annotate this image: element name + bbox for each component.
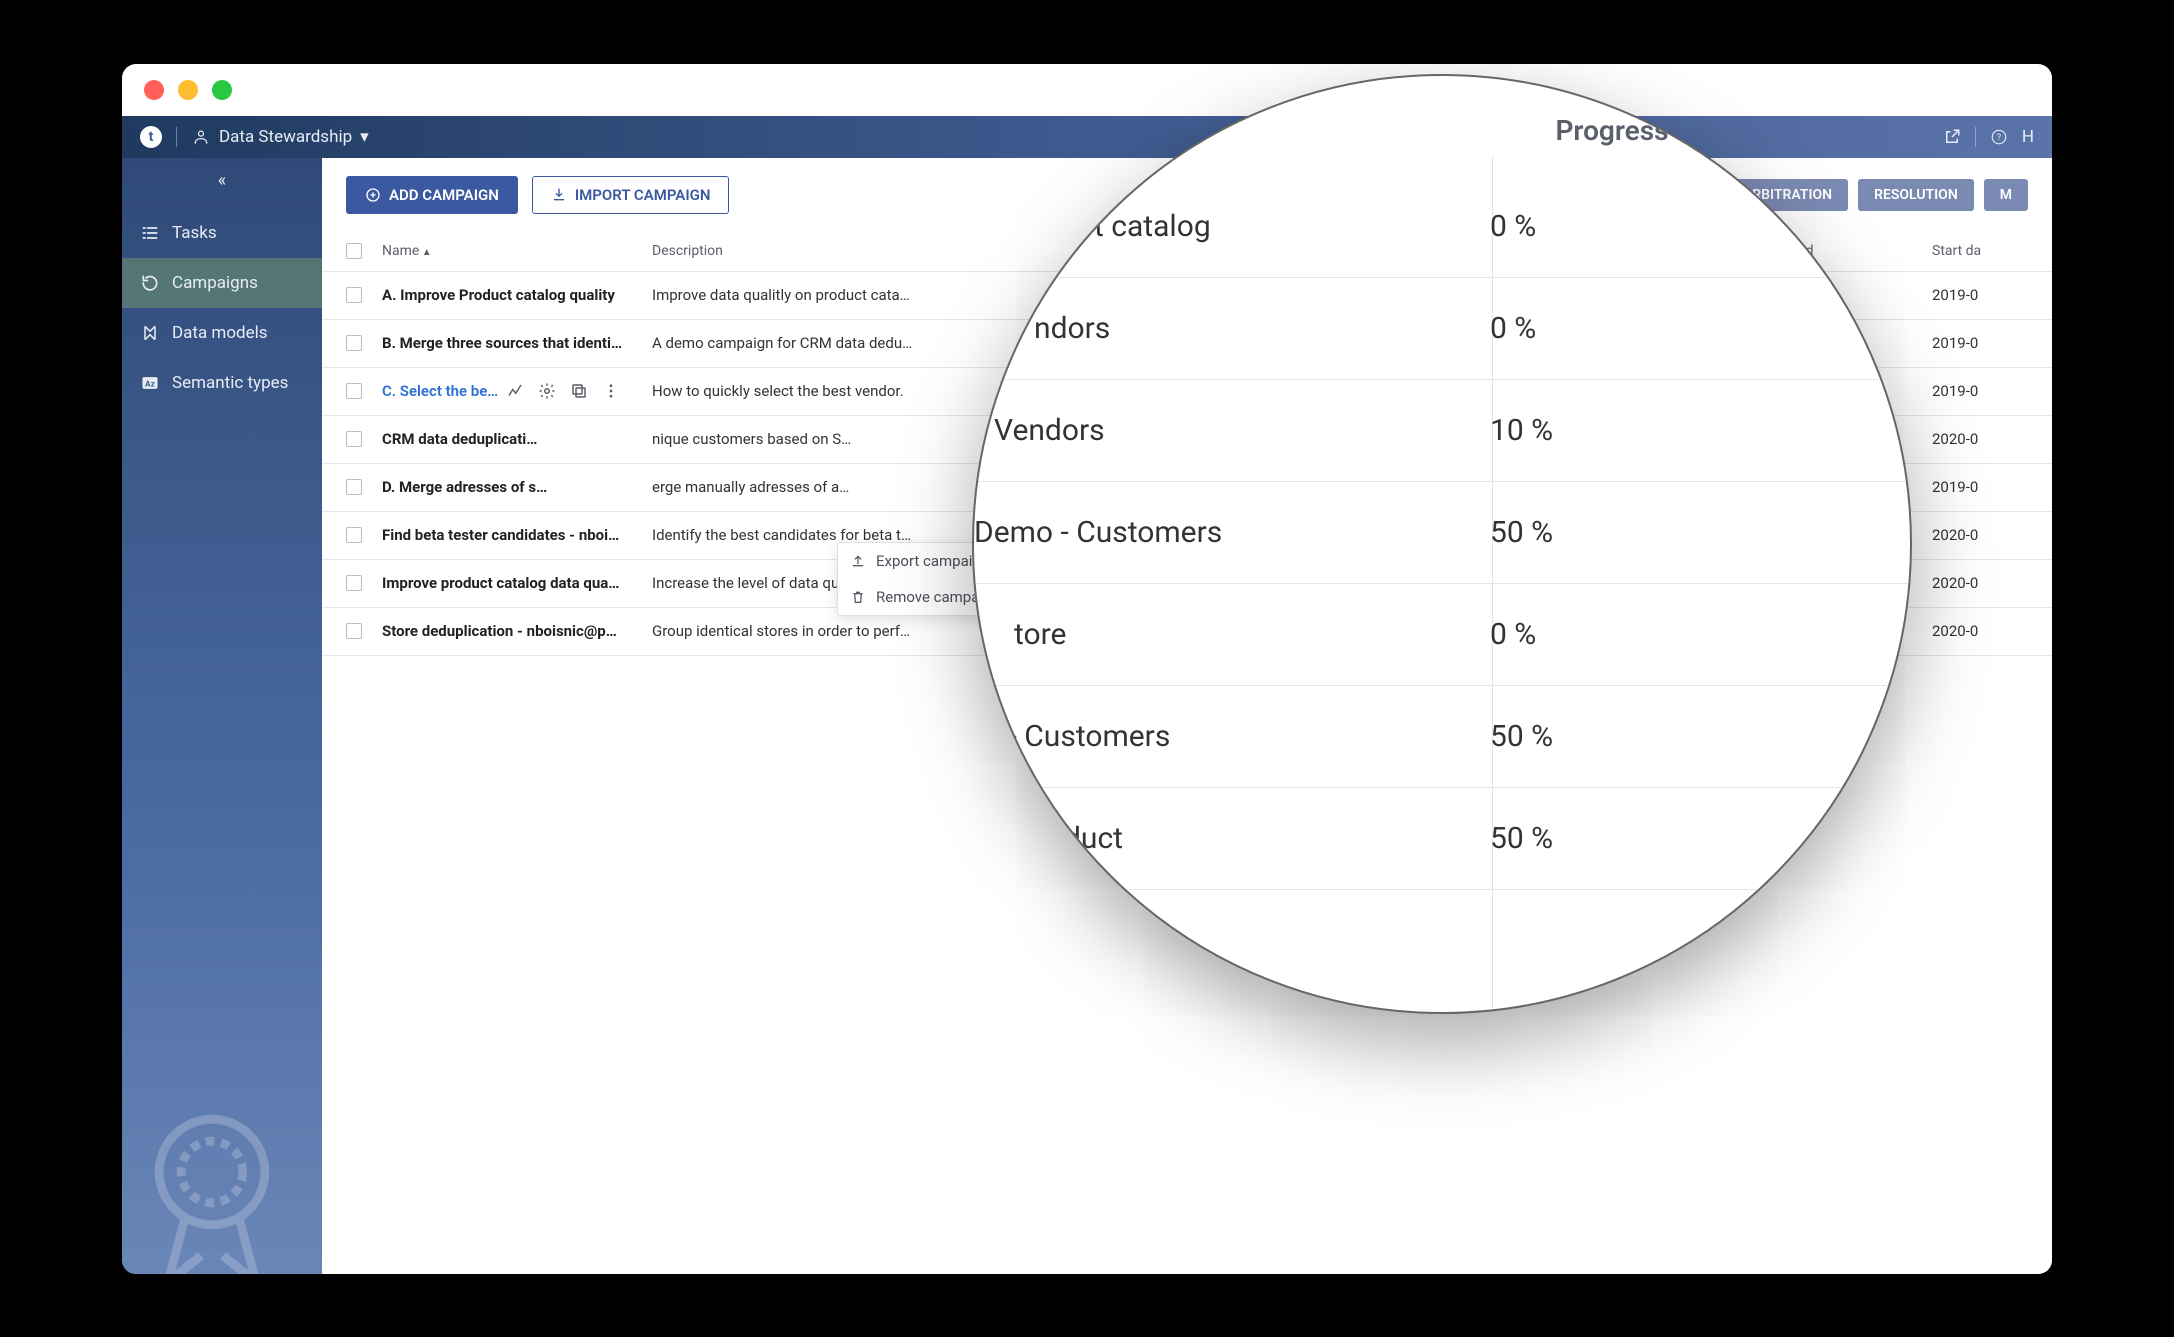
magnifier-name: tore [974,617,1490,652]
row-name: Store deduplication - nboisnic@p… [372,622,642,640]
magnifier-row: Vendors 10 % [974,380,1910,482]
row-start: 2020-0 [1922,430,2052,448]
sidebar-item-label: Campaigns [172,273,258,293]
row-start: 2019-0 [1922,286,2052,304]
row-start: 2019-0 [1922,382,2052,400]
help-label: H [2022,127,2034,147]
row-checkbox[interactable] [346,527,362,543]
export-icon [850,553,866,569]
magnifier-name: o - Customers [974,719,1490,754]
button-label: IMPORT CAMPAIGN [575,186,711,204]
add-campaign-button[interactable]: ADD CAMPAIGN [346,176,518,214]
divider [1975,127,1976,147]
sidebar: « Tasks Campaigns Data models [122,158,322,1274]
import-campaign-button[interactable]: IMPORT CAMPAIGN [532,176,730,214]
help-icon[interactable]: ? [1990,128,2008,146]
row-name: Improve product catalog data qua… [372,574,642,592]
semantic-types-icon: Az [140,373,160,393]
campaigns-icon [140,273,160,293]
svg-text:Az: Az [145,379,155,389]
button-label: ADD CAMPAIGN [389,186,499,204]
copy-icon[interactable] [568,380,590,402]
ribbon-badge-icon [122,1084,322,1274]
chevron-down-icon: ▾ [360,127,369,147]
magnifier-value: 50 % [1490,821,1910,856]
app-logo-icon[interactable]: t [140,126,162,148]
magnifier-row: o - Customers 50 % [974,686,1910,788]
magnifier-overlay: Progress t catalog 0 % ndors 0 % Vendors… [972,74,1912,1014]
row-name: B. Merge three sources that identi… [372,334,642,352]
col-name[interactable]: Name [372,243,642,259]
magnifier-name: ndors [974,311,1490,346]
magnifier-row: duct 50 % [974,788,1910,890]
magnifier-name: Demo - Customers [974,515,1490,550]
row-name: CRM data deduplicati… [372,430,642,448]
row-start: 2020-0 [1922,526,2052,544]
close-window-icon[interactable] [144,80,164,100]
magnifier-value: 10 % [1490,413,1910,448]
row-name: D. Merge adresses of s… [372,478,642,496]
trash-icon [850,589,866,605]
row-name: Find beta tester candidates - nboi… [372,526,642,544]
sidebar-item-campaigns[interactable]: Campaigns [122,258,322,308]
data-models-icon [140,323,160,343]
row-start: 2019-0 [1922,478,2052,496]
select-all-checkbox[interactable] [346,243,362,259]
row-start: 2019-0 [1922,334,2052,352]
magnifier-row: Demo - Customers 50 % [974,482,1910,584]
magnifier-value: 50 % [1490,515,1910,550]
sidebar-item-label: Tasks [172,223,217,243]
filter-chip-more[interactable]: M [1984,179,2028,211]
download-icon [551,187,567,203]
row-actions [504,380,622,402]
sidebar-item-data-models[interactable]: Data models [122,308,322,358]
open-external-icon[interactable] [1943,128,1961,146]
row-checkbox[interactable] [346,479,362,495]
magnifier-name: t catalog [974,209,1490,244]
row-checkbox[interactable] [346,623,362,639]
row-checkbox[interactable] [346,335,362,351]
gear-icon[interactable] [536,380,558,402]
app-switcher[interactable]: Data Stewardship ▾ [191,127,369,147]
row-name: A. Improve Product catalog quality [372,286,642,304]
divider [176,127,177,147]
sidebar-item-semantic-types[interactable]: Az Semantic types [122,358,322,408]
tasks-icon [140,223,160,243]
row-start: 2020-0 [1922,574,2052,592]
sidebar-item-label: Data models [172,323,268,343]
magnifier-header: Progress [1555,114,1668,147]
magnifier-name: duct [974,821,1490,856]
app-window: t Data Stewardship ▾ ? H « Tasks [122,64,2052,1274]
more-icon[interactable] [600,380,622,402]
magnifier-value: 0 % [1490,311,1910,346]
chart-icon[interactable] [504,380,526,402]
sidebar-item-tasks[interactable]: Tasks [122,208,322,258]
magnifier-value: 0 % [1490,617,1910,652]
row-checkbox[interactable] [346,431,362,447]
magnifier-value: 0 % [1490,209,1910,244]
sidebar-item-label: Semantic types [172,373,288,393]
magnifier-value: 50 % [1490,719,1910,754]
magnifier-row: t catalog 0 % [974,176,1910,278]
row-checkbox[interactable] [346,287,362,303]
svg-text:?: ? [1997,133,2001,143]
row-name: C. Select the be… [382,382,498,400]
row-checkbox[interactable] [346,575,362,591]
magnifier-row: tore 0 % [974,584,1910,686]
window-controls [122,64,2052,116]
plus-circle-icon [365,187,381,203]
maximize-window-icon[interactable] [212,80,232,100]
col-start[interactable]: Start da [1922,243,2052,259]
minimize-window-icon[interactable] [178,80,198,100]
magnifier-name: Vendors [974,413,1490,448]
collapse-sidebar-button[interactable]: « [209,168,235,194]
magnifier-row: ndors 0 % [974,278,1910,380]
workspace-icon [191,127,211,147]
row-checkbox[interactable] [346,383,362,399]
app-switcher-label: Data Stewardship [219,127,352,147]
row-start: 2020-0 [1922,622,2052,640]
